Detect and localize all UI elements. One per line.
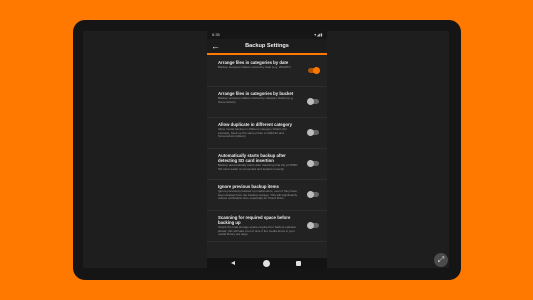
setting-allow-duplicate[interactable]: Allow duplicate in different category Al… (207, 118, 327, 149)
toggle-switch[interactable] (307, 129, 319, 136)
expand-diagonal-icon[interactable]: ⤢ (434, 253, 448, 267)
setting-description: Check the total storage space required f… (218, 225, 296, 237)
toggle-thumb (307, 129, 314, 136)
toggle-switch[interactable] (308, 67, 320, 74)
toggle-thumb (307, 98, 314, 105)
toggle-switch[interactable] (307, 191, 319, 198)
page-title: Backup Settings (245, 43, 289, 49)
setting-description: Allow media backup in different category… (218, 127, 287, 139)
setting-arrange-by-bucket[interactable]: Arrange files in categories by bucket Ba… (207, 87, 327, 118)
triangle-back-icon[interactable] (231, 261, 235, 265)
setting-ignore-previous[interactable]: Ignore previous backup items Ignore prev… (207, 180, 327, 211)
app-bar-accent-divider (207, 53, 327, 55)
toggle-switch[interactable] (307, 160, 319, 167)
setting-description: Backup automatically starts after detect… (218, 163, 298, 171)
toggle-switch[interactable] (307, 222, 319, 229)
status-bar: 6:35 ▾◢▮ (207, 31, 327, 39)
settings-list: Arrange files in categories by date Back… (207, 56, 327, 258)
setting-scan-required-space[interactable]: Scanning for required space before backi… (207, 211, 327, 242)
arrow-left-icon[interactable]: ← (211, 40, 221, 52)
setting-auto-backup-sd-card[interactable]: Automatically starts backup after detect… (207, 149, 327, 180)
setting-description: Backup analyses folders named by date (e… (218, 65, 291, 69)
setting-arrange-by-date[interactable]: Arrange files in categories by date Back… (207, 56, 327, 87)
setting-description: Ignore previously backed up media items,… (218, 189, 298, 201)
toggle-thumb (307, 222, 314, 229)
toggle-thumb (307, 160, 314, 167)
status-icons: ▾◢▮ (314, 32, 323, 37)
square-recents-icon[interactable] (296, 261, 301, 266)
setting-description: Backup analyses folders named by categor… (218, 96, 294, 104)
navigation-bar (207, 258, 327, 269)
status-time: 6:35 (212, 32, 220, 37)
toggle-thumb (307, 191, 314, 198)
setting-title: Scanning for required space before backi… (218, 215, 291, 225)
toggle-thumb (313, 67, 320, 74)
phone-screen: 6:35 ▾◢▮ ← Backup Settings Arrange files… (207, 31, 327, 269)
circle-home-icon[interactable] (263, 260, 270, 267)
setting-title: Automatically starts backup after detect… (218, 153, 286, 163)
toggle-switch[interactable] (307, 98, 319, 105)
app-bar: ← Backup Settings (207, 39, 327, 53)
